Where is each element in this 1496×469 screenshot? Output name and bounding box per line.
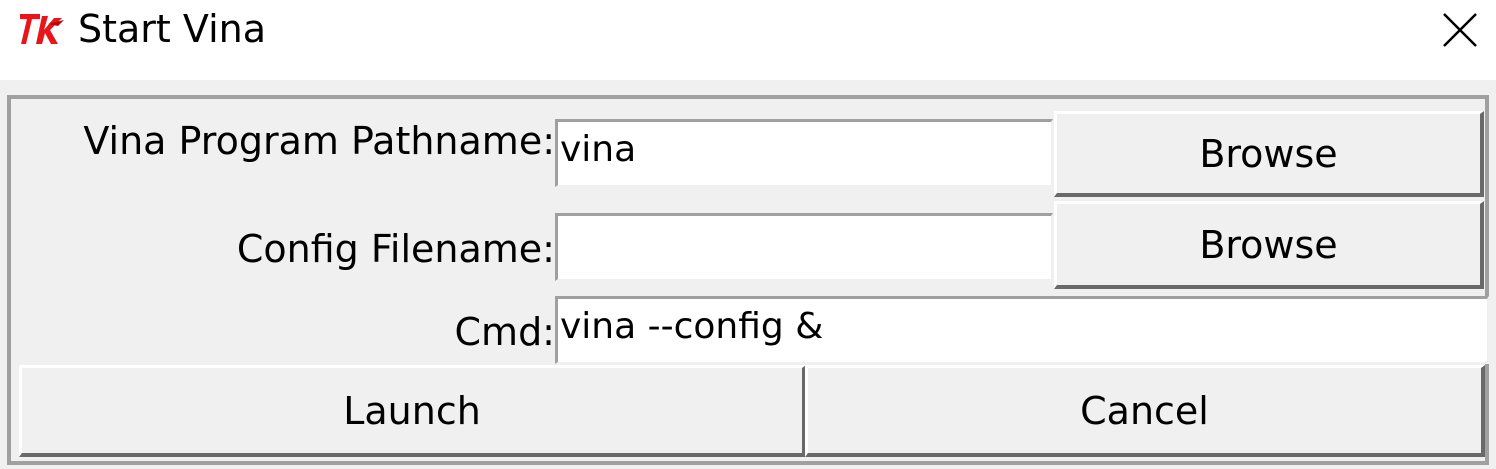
title-bar: Start Vina bbox=[0, 0, 1496, 80]
cancel-button[interactable]: Cancel bbox=[805, 365, 1485, 457]
cmd-input[interactable]: vina --config & bbox=[555, 296, 1489, 364]
config-browse-button[interactable]: Browse bbox=[1054, 201, 1484, 289]
config-filename-label: Config Filename: bbox=[236, 227, 555, 271]
vina-path-input[interactable]: vina bbox=[555, 119, 1053, 187]
launch-button[interactable]: Launch bbox=[19, 365, 806, 457]
form-frame: Vina Program Pathname: vina Browse Confi… bbox=[7, 95, 1489, 465]
close-icon bbox=[1443, 13, 1477, 47]
tk-feather-icon bbox=[18, 10, 68, 50]
config-filename-input[interactable] bbox=[555, 213, 1053, 281]
window-title: Start Vina bbox=[78, 7, 266, 51]
vina-path-label: Vina Program Pathname: bbox=[83, 119, 555, 163]
cmd-label: Cmd: bbox=[454, 310, 555, 354]
close-button[interactable] bbox=[1436, 8, 1484, 52]
dialog-body: Vina Program Pathname: vina Browse Confi… bbox=[0, 80, 1496, 469]
vina-browse-button[interactable]: Browse bbox=[1054, 111, 1484, 197]
